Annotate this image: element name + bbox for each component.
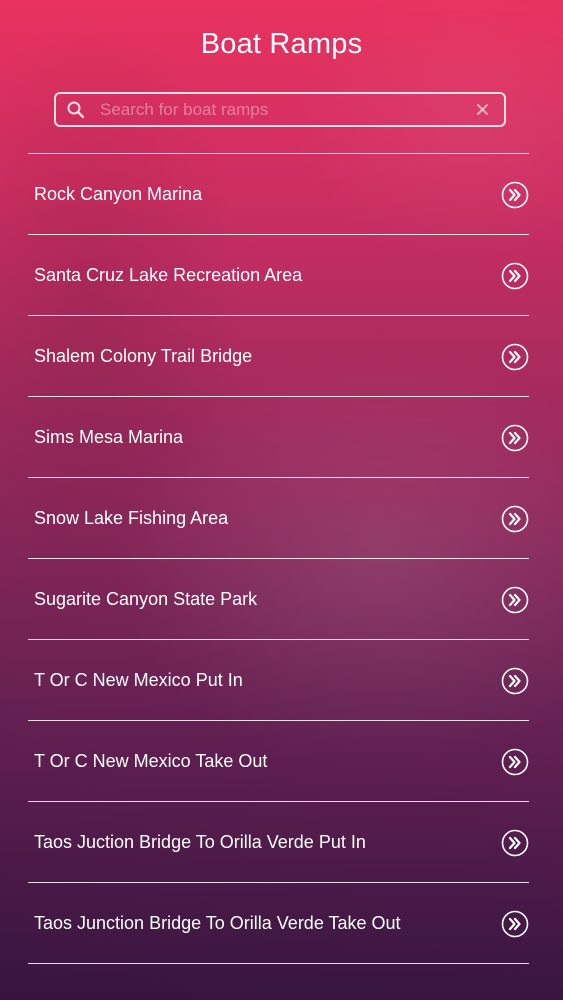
list-item[interactable]: Santa Cruz Lake Recreation Area <box>28 235 529 316</box>
clear-icon[interactable] <box>475 102 490 117</box>
list-item[interactable]: Sims Mesa Marina <box>28 397 529 478</box>
list-item-label: Santa Cruz Lake Recreation Area <box>34 265 303 285</box>
page-title: Boat Ramps <box>200 28 363 60</box>
list-item[interactable]: T Or C New Mexico Put In <box>28 640 529 721</box>
double-chevron-right-icon[interactable] <box>501 181 529 209</box>
search-bar[interactable] <box>54 92 506 127</box>
double-chevron-right-icon[interactable] <box>501 829 529 857</box>
list-item[interactable]: Snow Lake Fishing Area <box>28 478 529 559</box>
double-chevron-right-icon[interactable] <box>501 667 529 695</box>
list-item-label: T Or C New Mexico Put In <box>34 670 243 690</box>
list-item-label: Shalem Colony Trail Bridge <box>34 346 253 366</box>
search-input[interactable] <box>100 98 460 122</box>
list-item-label: Rock Canyon Marina <box>34 184 203 204</box>
double-chevron-right-icon[interactable] <box>501 424 529 452</box>
app-screen: Boat Ramps Rock Canyon Marina Santa Cruz… <box>0 0 563 1000</box>
double-chevron-right-icon[interactable] <box>501 748 529 776</box>
double-chevron-right-icon[interactable] <box>501 505 529 533</box>
list-item[interactable]: Shalem Colony Trail Bridge <box>28 316 529 397</box>
search-icon <box>67 101 85 119</box>
list-item-label: Taos Juction Bridge To Orilla Verde Put … <box>34 832 366 852</box>
list-item-label: Sims Mesa Marina <box>34 427 184 447</box>
double-chevron-right-icon[interactable] <box>501 910 529 938</box>
double-chevron-right-icon[interactable] <box>501 343 529 371</box>
boat-ramp-list: Rock Canyon Marina Santa Cruz Lake Recre… <box>28 153 529 964</box>
list-item-label: Taos Junction Bridge To Orilla Verde Tak… <box>34 913 401 933</box>
list-item[interactable]: Taos Junction Bridge To Orilla Verde Tak… <box>28 883 529 964</box>
double-chevron-right-icon[interactable] <box>501 262 529 290</box>
list-item-label: Sugarite Canyon State Park <box>34 589 258 609</box>
list-item[interactable]: Sugarite Canyon State Park <box>28 559 529 640</box>
header: Boat Ramps <box>0 0 563 90</box>
list-item[interactable]: Rock Canyon Marina <box>28 154 529 235</box>
double-chevron-right-icon[interactable] <box>501 586 529 614</box>
list-item[interactable]: Taos Juction Bridge To Orilla Verde Put … <box>28 802 529 883</box>
list-item[interactable]: T Or C New Mexico Take Out <box>28 721 529 802</box>
list-item-label: Snow Lake Fishing Area <box>34 508 229 528</box>
list-item-label: T Or C New Mexico Take Out <box>34 751 268 771</box>
